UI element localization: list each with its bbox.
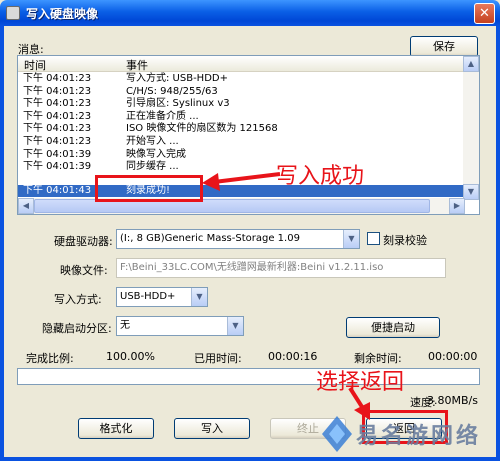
chevron-down-icon[interactable]: ▼ — [227, 317, 243, 335]
window-title: 写入硬盘映像 — [26, 7, 99, 21]
log-row-time: 下午 04:01:23 — [23, 85, 92, 97]
window-frame-bottom — [0, 457, 500, 461]
log-row[interactable]: 下午 04:01:23 引导扇区: Syslinux v3 — [18, 98, 465, 110]
log-row[interactable]: 下午 04:01:39 映像写入完成 — [18, 149, 465, 161]
log-row-time: 下午 04:01:23 — [23, 136, 92, 147]
verify-checkbox[interactable] — [367, 232, 380, 245]
verify-label: 刻录校验 — [383, 234, 427, 247]
app-icon — [6, 6, 20, 20]
close-button[interactable]: ✕ — [474, 3, 495, 24]
drive-label: 硬盘驱动器: — [54, 235, 113, 248]
elapsed-time-label: 已用时间: — [194, 352, 242, 365]
write-mode-value: USB-HDD+ — [120, 291, 176, 302]
log-row-time: 下午 04:01:23 — [23, 110, 92, 122]
log-row-event: 正在准备介质 ... — [126, 110, 199, 122]
complete-ratio-label: 完成比例: — [26, 352, 74, 365]
write-mode-label: 写入方式: — [54, 293, 102, 306]
watermark-text: 易名游网络 — [356, 424, 482, 449]
remaining-time-value: 00:00:00 — [428, 350, 478, 363]
save-button[interactable]: 保存 — [410, 36, 478, 57]
chevron-down-icon[interactable]: ▼ — [191, 288, 207, 306]
hidden-partition-select[interactable]: 无 ▼ — [116, 316, 244, 336]
log-row-event: 开始写入 ... — [126, 136, 179, 147]
log-row[interactable]: 下午 04:01:23 ISO 映像文件的扇区数为 121568 — [18, 123, 465, 135]
watermark: 易名游网络 — [316, 412, 496, 456]
log-row-time: 下午 04:01:23 — [23, 123, 92, 135]
log-row-event: 引导扇区: Syslinux v3 — [126, 98, 230, 110]
progress-fill — [19, 370, 478, 383]
log-horizontal-scrollbar[interactable]: ◀ ▶ — [18, 198, 465, 214]
drive-value: (I:, 8 GB)Generic Mass-Storage 1.09 — [120, 233, 300, 244]
success-highlight-box — [95, 175, 203, 202]
log-row[interactable]: 下午 04:01:23 正在准备介质 ... — [18, 111, 465, 123]
progress-bar — [17, 368, 480, 385]
chevron-down-icon[interactable]: ▼ — [343, 230, 359, 248]
window-frame-left — [0, 26, 4, 461]
scroll-up-icon[interactable]: ▲ — [463, 56, 479, 72]
speed-value: 3.80MB/s — [427, 394, 478, 407]
arrow-left-icon — [202, 172, 281, 191]
column-header-event[interactable]: 事件 — [126, 57, 148, 73]
log-row-time: 下午 04:01:43 — [23, 185, 92, 196]
column-header-time[interactable]: 时间 — [24, 57, 46, 73]
window-frame-right — [496, 26, 500, 461]
watermark-logo-icon — [322, 416, 352, 452]
log-row-time: 下午 04:01:23 — [23, 73, 92, 84]
log-header: 时间 事件 — [18, 56, 465, 72]
quick-boot-button[interactable]: 便捷启动 — [346, 317, 440, 338]
log-row[interactable]: 下午 04:01:23 开始写入 ... — [18, 136, 465, 148]
horizontal-scroll-thumb[interactable] — [34, 199, 430, 213]
format-button[interactable]: 格式化 — [78, 418, 154, 439]
complete-ratio-value: 100.00% — [106, 350, 155, 363]
title-bar: 写入硬盘映像 ✕ — [0, 0, 500, 26]
scroll-right-icon[interactable]: ▶ — [449, 198, 465, 214]
drive-select[interactable]: (I:, 8 GB)Generic Mass-Storage 1.09 ▼ — [116, 229, 360, 249]
log-row-event: 同步缓存 ... — [126, 161, 179, 173]
log-row-event: 写入方式: USB-HDD+ — [126, 73, 228, 84]
image-file-label: 映像文件: — [60, 264, 108, 277]
hidden-partition-value: 无 — [120, 320, 130, 331]
log-row-time: 下午 04:01:39 — [23, 161, 92, 173]
scroll-left-icon[interactable]: ◀ — [18, 198, 34, 214]
log-vertical-scrollbar[interactable]: ▲ ▼ — [463, 56, 479, 200]
write-mode-select[interactable]: USB-HDD+ ▼ — [116, 287, 208, 307]
write-button[interactable]: 写入 — [174, 418, 250, 439]
log-row-event: ISO 映像文件的扇区数为 121568 — [126, 123, 278, 135]
write-success-annotation: 写入成功 — [276, 164, 365, 189]
log-row[interactable]: 下午 04:01:23 写入方式: USB-HDD+ — [18, 73, 465, 85]
log-row-time: 下午 04:01:23 — [23, 98, 92, 110]
elapsed-time-value: 00:00:16 — [268, 350, 318, 363]
log-row-event: C/H/S: 948/255/63 — [126, 85, 218, 97]
log-row-event: 映像写入完成 — [126, 148, 186, 160]
image-file-field[interactable]: F:\Beini_33LC.COM\无线蹭网最新利器:Beini v1.2.11… — [116, 258, 446, 278]
log-row-time: 下午 04:01:39 — [23, 148, 92, 160]
scroll-down-icon[interactable]: ▼ — [463, 184, 479, 200]
log-row[interactable]: 下午 04:01:23 C/H/S: 948/255/63 — [18, 86, 465, 98]
hidden-partition-label: 隐藏启动分区: — [42, 322, 112, 335]
